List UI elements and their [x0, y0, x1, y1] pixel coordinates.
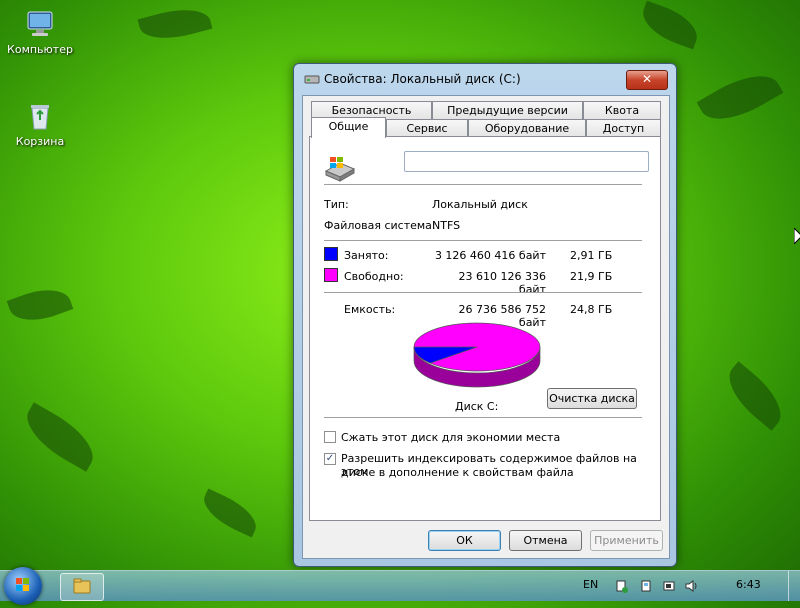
- leaf-decoration: [197, 488, 263, 538]
- index-label-line2[interactable]: диске в дополнение к свойствам файла: [341, 466, 574, 479]
- language-indicator[interactable]: EN: [583, 578, 598, 591]
- free-size: 21,9 ГБ: [570, 270, 613, 283]
- window-title: Свойства: Локальный диск (C:): [324, 72, 521, 86]
- leaf-decoration: [717, 361, 793, 431]
- used-size: 2,91 ГБ: [570, 249, 613, 262]
- separator: [324, 292, 642, 293]
- taskbar: EN 6:43: [0, 567, 800, 605]
- desktop-icon-label: Компьютер: [7, 43, 73, 56]
- volume-icon[interactable]: [685, 580, 697, 592]
- disk-usage-pie: [413, 322, 541, 388]
- windows-logo-icon: [16, 578, 29, 591]
- cancel-button[interactable]: Отмена: [509, 530, 582, 551]
- taskbar-explorer-button[interactable]: [60, 573, 104, 601]
- filesystem-label: Файловая система:: [324, 219, 436, 232]
- tab-previous-versions[interactable]: Предыдущие версии: [432, 101, 583, 119]
- power-icon[interactable]: [663, 581, 675, 591]
- tab-tools[interactable]: Сервис: [386, 119, 468, 137]
- disk-name-label: Диск C:: [455, 400, 499, 413]
- apply-button[interactable]: Применить: [590, 530, 663, 551]
- network-icon[interactable]: [641, 580, 651, 592]
- tray-icons: [614, 578, 704, 597]
- clock[interactable]: 6:43: [736, 578, 761, 591]
- compress-checkbox[interactable]: [324, 431, 336, 443]
- separator: [324, 184, 642, 185]
- index-checkbox[interactable]: ✓: [324, 453, 336, 465]
- type-label: Тип:: [324, 198, 349, 211]
- separator: [324, 240, 642, 241]
- capacity-size: 24,8 ГБ: [570, 303, 613, 316]
- general-tab-panel: Тип: Локальный диск Файловая система: NT…: [309, 136, 661, 521]
- free-space-swatch: [324, 268, 338, 282]
- desktop-icon-computer[interactable]: Компьютер: [4, 8, 76, 56]
- free-label: Свободно:: [344, 270, 404, 283]
- disk-drive-icon: [324, 155, 356, 186]
- start-button[interactable]: [4, 567, 42, 605]
- window-client-area: Безопасность Предыдущие версии Квота Общ…: [302, 95, 670, 559]
- leaf-decoration: [696, 62, 784, 133]
- used-label: Занято:: [344, 249, 389, 262]
- ok-button[interactable]: ОК: [428, 530, 501, 551]
- drive-icon: [304, 73, 320, 85]
- computer-icon: [24, 8, 56, 40]
- disk-properties-window[interactable]: Свойства: Локальный диск (C:) ✕ Безопасн…: [293, 63, 677, 567]
- close-button[interactable]: ✕: [626, 70, 668, 90]
- desktop-icon-label: Корзина: [15, 135, 65, 148]
- compress-label[interactable]: Сжать этот диск для экономии места: [341, 431, 560, 444]
- tab-hardware[interactable]: Оборудование: [468, 119, 586, 137]
- show-desktop-button[interactable]: [788, 571, 800, 601]
- tab-quota[interactable]: Квота: [583, 101, 661, 119]
- used-bytes: 3 126 460 416 байт: [434, 249, 546, 262]
- tab-general[interactable]: Общие: [311, 117, 386, 138]
- volume-label-input[interactable]: [404, 151, 649, 172]
- mouse-cursor: [793, 226, 800, 247]
- recycle-bin-icon: [24, 100, 56, 132]
- disk-cleanup-button[interactable]: Очистка диска: [547, 388, 637, 409]
- capacity-label: Емкость:: [344, 303, 396, 316]
- desktop-icon-recycle-bin[interactable]: Корзина: [4, 100, 76, 148]
- folder-icon: [73, 578, 91, 594]
- leaf-decoration: [137, 1, 213, 47]
- filesystem-value: NTFS: [432, 219, 461, 232]
- leaf-decoration: [16, 402, 104, 472]
- window-titlebar[interactable]: Свойства: Локальный диск (C:) ✕: [294, 64, 676, 94]
- action-center-icon[interactable]: [616, 580, 628, 593]
- used-space-swatch: [324, 247, 338, 261]
- type-value: Локальный диск: [432, 198, 528, 211]
- tab-sharing[interactable]: Доступ: [586, 119, 661, 137]
- leaf-decoration: [6, 280, 74, 330]
- separator: [324, 417, 642, 418]
- leaf-decoration: [636, 0, 704, 50]
